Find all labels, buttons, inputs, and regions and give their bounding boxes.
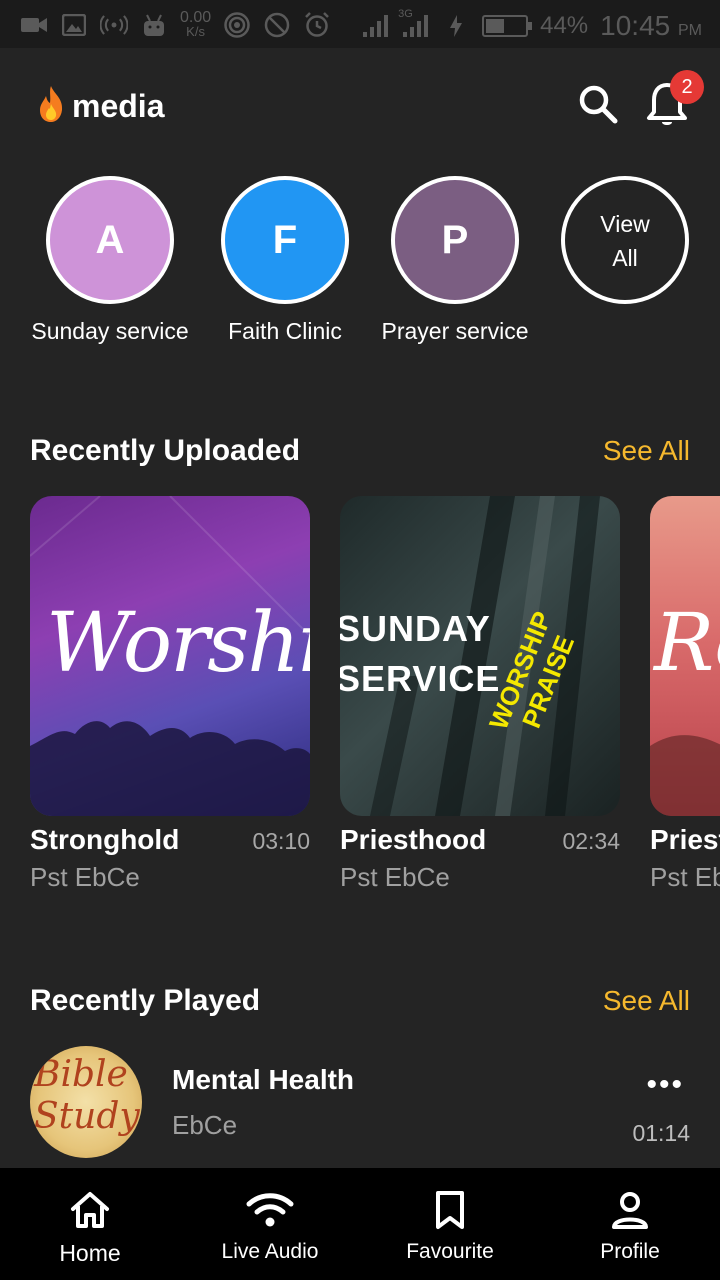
status-right: 3G 44% 10:45 PM — [362, 8, 702, 42]
category-prayer-service[interactable]: P Prayer service — [360, 176, 550, 345]
notification-badge: 2 — [670, 70, 704, 104]
see-all-uploaded-link[interactable]: See All — [603, 435, 690, 467]
do-not-disturb-icon — [263, 12, 291, 38]
abstract-bars — [370, 496, 600, 816]
charging-icon — [442, 14, 470, 38]
android-icon — [140, 13, 168, 37]
media-duration: 02:34 — [562, 828, 620, 854]
wifi-icon — [246, 1193, 294, 1227]
played-thumbnail-line1: Bible — [34, 1054, 128, 1095]
category-faith-clinic[interactable]: F Faith Clinic — [190, 176, 380, 345]
media-title: Priest — [650, 824, 720, 855]
recently-uploaded-header: Recently Uploaded See All — [30, 434, 690, 468]
nav-profile[interactable]: Profile — [540, 1168, 720, 1280]
recently-uploaded-carousel[interactable]: Worship Stronghold 03:10 Pst EbCe SUNDAY… — [0, 496, 720, 906]
played-thumbnail-line2: Study — [34, 1096, 140, 1137]
notifications-button[interactable]: 2 — [644, 70, 704, 130]
person-icon — [612, 1192, 648, 1229]
bottom-navigation: Home Live Audio Favourite Profile — [0, 1168, 720, 1280]
nav-label: Live Audio — [221, 1240, 319, 1263]
app-name: media — [72, 88, 165, 124]
category-row: A Sunday service F Faith Clinic P Prayer… — [0, 176, 720, 356]
media-author: Pst Eb — [650, 862, 720, 892]
media-title: Stronghold — [30, 824, 180, 855]
search-button[interactable] — [576, 82, 620, 126]
view-all-line2: All — [612, 245, 638, 271]
see-all-played-link[interactable]: See All — [603, 985, 690, 1017]
nav-label: Profile — [600, 1240, 660, 1263]
video-icon — [20, 13, 48, 37]
played-author: EbCe — [172, 1110, 238, 1140]
category-avatar: P — [391, 176, 519, 304]
nav-home[interactable]: Home — [0, 1168, 180, 1280]
bookmark-icon — [436, 1191, 464, 1229]
media-card[interactable]: Worship Stronghold 03:10 Pst EbCe — [30, 496, 310, 893]
thumbnail-art-line2: SERVICE — [340, 658, 501, 699]
home-icon — [71, 1192, 109, 1228]
nav-favourite[interactable]: Favourite — [360, 1168, 540, 1280]
more-options-button[interactable]: ••• — [646, 1068, 684, 1102]
alarm-icon — [303, 12, 331, 37]
app-header: media 2 — [0, 48, 720, 158]
media-thumbnail: Worship — [30, 496, 310, 816]
recently-played-header: Recently Played See All — [30, 984, 690, 1018]
category-label: Prayer service — [381, 318, 529, 344]
media-author: Pst EbCe — [30, 862, 140, 892]
category-sunday-service[interactable]: A Sunday service — [15, 176, 205, 345]
nav-label: Favourite — [406, 1240, 494, 1263]
app-logo: media — [36, 84, 164, 129]
played-thumbnail: Bible Study — [30, 1046, 142, 1158]
media-thumbnail: Re — [650, 496, 720, 816]
flame-icon — [36, 84, 66, 129]
media-card[interactable]: SUNDAY SERVICE WORSHIP PRAISE Priesthood… — [340, 496, 620, 893]
media-author: Pst EbCe — [340, 862, 450, 892]
search-icon — [579, 85, 618, 124]
thumbnail-art-text: Worship — [46, 596, 310, 691]
view-all-categories-button[interactable]: View All — [530, 176, 720, 304]
status-bar: 0.00 K/s 3G 44% 10:45 PM — [0, 0, 720, 48]
network-speed: 0.00 K/s — [180, 9, 212, 39]
network-type: 3G — [398, 8, 413, 20]
battery-percent: 44% — [540, 12, 589, 39]
media-card[interactable]: Re Priest Pst Eb — [650, 496, 720, 893]
category-label: Faith Clinic — [228, 318, 342, 344]
thumbnail-art-line1: SUNDAY — [340, 608, 491, 649]
thumbnail-art-text: Re — [654, 596, 720, 689]
signal-3g-icon: 3G — [398, 8, 430, 38]
view-all-line1: View — [600, 211, 650, 237]
media-thumbnail: SUNDAY SERVICE WORSHIP PRAISE — [340, 496, 620, 816]
section-title: Recently Uploaded — [30, 434, 301, 467]
wireless-icon — [223, 12, 251, 38]
category-label: Sunday service — [31, 318, 189, 344]
signal-icon — [362, 14, 390, 38]
played-thumbnail-art: Bible Study — [34, 1054, 140, 1138]
played-duration: 01:14 — [632, 1120, 690, 1146]
hotspot-icon — [100, 13, 128, 37]
view-all-circle: View All — [561, 176, 689, 304]
image-icon — [60, 13, 88, 37]
nav-live-audio[interactable]: Live Audio — [180, 1168, 360, 1280]
section-title: Recently Played — [30, 984, 261, 1017]
nav-label: Home — [59, 1240, 121, 1266]
category-avatar: F — [221, 176, 349, 304]
battery-icon — [482, 15, 533, 37]
played-list-item[interactable]: Bible Study Mental Health EbCe ••• 01:14 — [30, 1046, 690, 1160]
status-icons: 0.00 K/s — [20, 9, 331, 39]
clock: 10:45 PM — [600, 10, 702, 41]
media-title: Priesthood — [340, 824, 487, 855]
media-duration: 03:10 — [252, 828, 310, 854]
category-avatar: A — [46, 176, 174, 304]
played-title: Mental Health — [172, 1064, 355, 1095]
